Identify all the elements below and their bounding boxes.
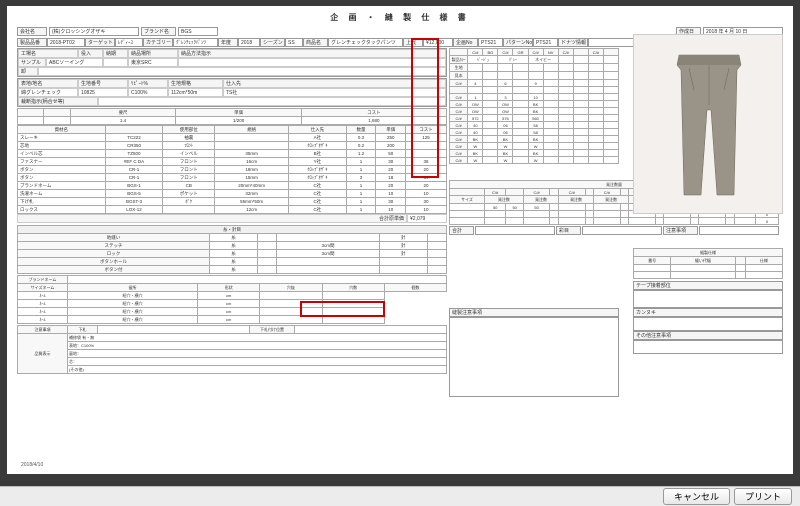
sample-value: ABCソーイング bbox=[46, 58, 103, 67]
sewchart-label: 縫製仕様 bbox=[634, 249, 783, 257]
place-label: 納品場所 bbox=[128, 49, 178, 58]
pay-label: 注意事項 bbox=[663, 226, 698, 235]
spec-sheet: 企 画 ・ 縫 製 仕 様 書 会社名 (株)クロッシングオザキ ブランド名 B… bbox=[7, 6, 793, 474]
material-row: 芯地CR350ﾌﾛﾝﾄ ｸﾛｯﾌﾟｵｻﾞｷ0.2200 bbox=[18, 142, 447, 150]
year-label: 年度 bbox=[218, 38, 238, 47]
total-value: ¥2,079 bbox=[407, 214, 447, 223]
company-label: 会社名 bbox=[17, 27, 47, 36]
print-button[interactable]: プリント bbox=[734, 488, 792, 505]
brandname-label: ブランドネーム bbox=[18, 276, 68, 284]
hole-label: 穴抜 bbox=[260, 284, 322, 292]
material-row: スレーキTC222袖裏A社0.3250125 bbox=[18, 134, 447, 142]
shape-label: 形状 bbox=[198, 284, 260, 292]
code-label: 製品品番 bbox=[17, 38, 47, 47]
plan-label: 企画No bbox=[453, 38, 478, 47]
fabvendor-label: 仕入先 bbox=[223, 79, 446, 88]
fabratio-value: C100% bbox=[128, 88, 168, 97]
materials-table: 資材名使用部位規格仕入先数量単価コスト スレーキTC222袖裏A社0.32501… bbox=[17, 125, 447, 214]
method-label: 納品方法指示 bbox=[178, 49, 446, 58]
material-row: 洗濯ネームBGS-5ポケット32mmC社11010 bbox=[18, 190, 447, 198]
tag-label: 下札 bbox=[68, 326, 98, 334]
company-value: (株)クロッシングオザキ bbox=[49, 27, 139, 36]
sew-chart: 縫製仕様 番号縫い代幅仕様 bbox=[633, 248, 783, 279]
season-label: シーズン bbox=[260, 38, 285, 47]
prodname-value: グレンチェックタックパンツ bbox=[328, 38, 403, 47]
brand-value: BGS bbox=[178, 27, 218, 36]
material-row: ファスナー#EF C DAフロント16cmY社13036 bbox=[18, 158, 447, 166]
fabwidth-value: 112cm*50m bbox=[168, 88, 223, 97]
fabwidth-label: 生地規格 bbox=[168, 79, 223, 88]
prodname-label: 商品名 bbox=[303, 38, 328, 47]
price-value: ¥12,000 bbox=[423, 38, 453, 47]
attach-label: ドナツ情報 bbox=[558, 38, 588, 47]
notes-table: 注意事項 下札 下札付け位置 品質表示 補修袋 有・無 表地：C100% 裏地：… bbox=[17, 325, 447, 374]
calc-table: 要尺単価コスト 1.41/2001,680 bbox=[17, 108, 447, 125]
cutnote-label: 裁断指示(柄合せ等) bbox=[18, 97, 98, 106]
sample-label: サンプル bbox=[18, 58, 46, 67]
fabric-block: 表地/地名 生地番号 ﾘﾋﾟｰﾄ% 生地規格 仕入先 綿グレンチェック 1082… bbox=[17, 78, 447, 107]
len-label: 穴数 bbox=[322, 284, 384, 292]
qual-label: 品質表示 bbox=[18, 334, 68, 374]
brand-spec-table: ブランドネーム サイズネーム 留所 形状 穴抜 穴数 個数 ﾈｰﾑ紹穴・横穴cm… bbox=[17, 275, 447, 324]
shape2-label: 彩目 bbox=[556, 226, 581, 235]
material-row: ボタンCR-1フロント18mmｸﾛｯﾌﾟｵｻﾞｷ12020 bbox=[18, 166, 447, 174]
material-row: ボタンCR-1フロント15mmｸﾛｯﾌﾟｵｻﾞｷ31854 bbox=[18, 174, 447, 182]
product-photo bbox=[633, 34, 783, 214]
price-label: 上代 bbox=[403, 38, 423, 47]
pattern-label: パターンNo bbox=[503, 38, 533, 47]
season-value: SS bbox=[285, 38, 303, 47]
thread-table: 糸・針目 地縫い糸針ステッチ糸3cm間針ロック糸3cm間針ボタンホール糸ボタン付… bbox=[17, 225, 447, 274]
cancel-button[interactable]: キャンセル bbox=[663, 488, 730, 505]
footer-date: 2018/4/10 bbox=[21, 462, 43, 468]
tag2-label: 下札付け位置 bbox=[250, 326, 295, 334]
fabcomp-label: 生地番号 bbox=[78, 79, 128, 88]
year-value: 2018 bbox=[238, 38, 260, 47]
doc-title: 企 画 ・ 縫 製 仕 様 書 bbox=[17, 12, 783, 23]
material-row: ブランドネームBGS-1CB20mm*40mmC社12020 bbox=[18, 182, 447, 190]
target-value: ﾚﾃﾞｨｰｽ bbox=[115, 38, 143, 47]
deliv-label: 納期 bbox=[103, 49, 128, 58]
target-label: ターゲット bbox=[85, 38, 115, 47]
count-label: 個数 bbox=[384, 284, 446, 292]
pos-label: 留所 bbox=[68, 284, 198, 292]
color-grid: C/#BGC/#GRC/#NVC/#C/# 製品ｶﾗｰﾍﾞｰｼﾞｭｸﾞﾚｰネイビ… bbox=[449, 48, 619, 164]
tape-label: テープ接着部位 bbox=[633, 281, 783, 290]
material-row: 下げ札BGST-3ﾎﾟｹ55mm*50mC社13030 bbox=[18, 198, 447, 206]
main-factory-label: 卸 bbox=[18, 67, 38, 76]
fabratio-label: ﾘﾋﾟｰﾄ% bbox=[128, 79, 168, 88]
total-label: 合計原単価 bbox=[17, 214, 407, 223]
plan-value: PTS21 bbox=[478, 38, 503, 47]
material-row: インベル芯TZ500インベル35mmB社1.250 bbox=[18, 150, 447, 158]
sum-label: 合計 bbox=[449, 226, 474, 235]
fabvendor-value: TS社 bbox=[223, 88, 446, 97]
place-value: 東京SRC bbox=[128, 58, 178, 67]
factory-block: 工場名 役入 納期 納品場所 納品方法指示 サンプル ABCソーイング 東京SR… bbox=[17, 48, 447, 77]
other-label: その他注意事項 bbox=[633, 331, 783, 340]
kan-label: カンヌキ bbox=[633, 308, 783, 317]
recv-label: 役入 bbox=[78, 49, 103, 58]
factory-label: 工場名 bbox=[18, 49, 78, 58]
pattern-value: PTS21 bbox=[533, 38, 558, 47]
brand-label: ブランド名 bbox=[141, 27, 176, 36]
fabcomp-value: 10825 bbox=[78, 88, 128, 97]
wash-label: 注意事項 bbox=[18, 326, 68, 334]
sizename-label: サイズネーム bbox=[18, 284, 68, 292]
cat-value: ｸﾞﾚﾝﾁｪｯｸﾊﾟﾝﾂ bbox=[173, 38, 218, 47]
sewnote-label: 縫製注意事項 bbox=[449, 308, 619, 317]
material-row: ロックスLOX-1212cmC社11010 bbox=[18, 206, 447, 214]
code-value: 2018-PT02 bbox=[47, 38, 85, 47]
pants-image bbox=[659, 50, 759, 200]
cat-label: カテゴリー bbox=[143, 38, 173, 47]
dialog-footer: キャンセル プリント bbox=[0, 486, 800, 506]
fabname-label: 表地/地名 bbox=[18, 79, 78, 88]
fabname-value: 綿グレンチェック bbox=[18, 88, 78, 97]
thread-label: 糸・針目 bbox=[18, 226, 447, 234]
